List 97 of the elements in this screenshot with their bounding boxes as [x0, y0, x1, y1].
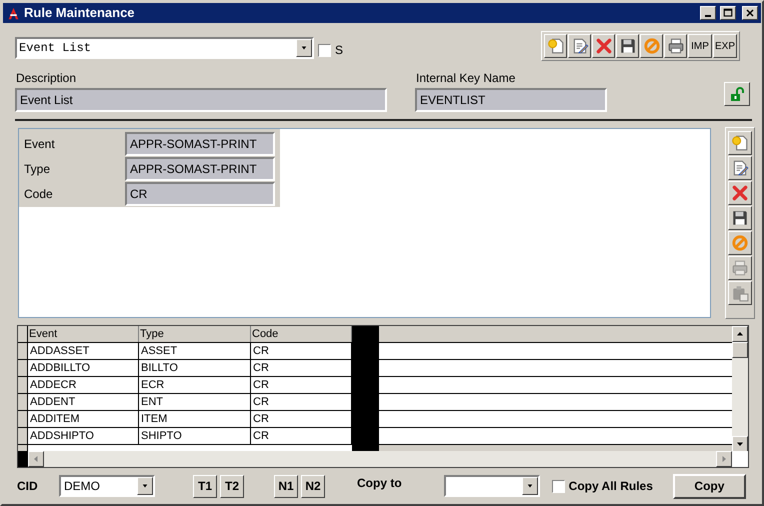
checkbox[interactable]: [318, 44, 331, 56]
toolbar-button[interactable]: [728, 156, 752, 180]
dropdown-button[interactable]: [137, 477, 153, 495]
scrollbar-corner: [732, 451, 748, 467]
toolbar-button[interactable]: T2: [220, 474, 244, 498]
toolbar-button[interactable]: [728, 231, 752, 255]
corner-block: [18, 451, 28, 467]
table-cell: CR: [251, 377, 352, 393]
toolbar-button[interactable]: [592, 34, 615, 58]
cancel-icon: [731, 234, 749, 252]
copy-button[interactable]: Copy: [672, 474, 746, 498]
checkbox-label: Copy All Rules: [568, 478, 653, 495]
toolbar-button[interactable]: N2: [301, 474, 325, 498]
column-header[interactable]: Event: [28, 326, 139, 342]
table-cell: CR: [251, 428, 352, 444]
toolbar-button[interactable]: [568, 34, 591, 58]
table-cell: ADDECR: [28, 377, 139, 393]
toolbar-button[interactable]: [544, 34, 567, 58]
maximize-button[interactable]: [720, 6, 736, 20]
toolbar-button[interactable]: EXP: [713, 34, 737, 58]
minimize-icon: [705, 15, 711, 17]
table-cell: ADDENT: [28, 394, 139, 410]
table-cell: CR: [251, 411, 352, 427]
checkbox-label: S: [335, 42, 344, 59]
new-document-icon: [546, 37, 564, 55]
close-button[interactable]: [742, 6, 758, 20]
toolbar-button[interactable]: [728, 131, 752, 155]
field-label: CID: [17, 478, 39, 495]
field-label: Type: [23, 161, 52, 177]
toolbar-button[interactable]: [728, 206, 752, 230]
rule-select[interactable]: Event List: [15, 37, 314, 59]
dropdown-button[interactable]: [522, 477, 538, 495]
table-cell: ENT: [139, 394, 251, 410]
save-icon: [731, 209, 749, 227]
field-label: Event: [23, 136, 56, 152]
up-arrow-icon: [736, 330, 744, 338]
toolbar-button[interactable]: IMP: [688, 34, 712, 58]
select-value: DEMO: [63, 478, 101, 495]
toolbar-button[interactable]: N1: [274, 474, 298, 498]
table-cell: ASSET: [139, 343, 251, 359]
caret-icon: [141, 483, 149, 489]
table-cell: ADDITEM: [28, 411, 139, 427]
toolbar-button[interactable]: [640, 34, 663, 58]
detail-field[interactable]: CR: [125, 182, 275, 206]
checkbox[interactable]: [552, 480, 565, 492]
toolbar-button[interactable]: [728, 181, 752, 205]
field-label: Description: [16, 70, 78, 85]
table-cell: ADDSHIPTO: [28, 428, 139, 444]
detail-field[interactable]: APPR-SOMAST-PRINT: [125, 132, 275, 156]
app-logo-icon: [7, 6, 20, 20]
left-arrow-icon: [32, 455, 40, 463]
vertical-scrollbar[interactable]: [732, 326, 748, 452]
window-title: Rule Maintenance: [24, 4, 136, 22]
table-cell: ECR: [139, 377, 251, 393]
lock-button[interactable]: [724, 82, 750, 106]
printer-icon: [731, 259, 749, 277]
cid-select[interactable]: DEMO: [59, 475, 155, 497]
field-label: Copy to: [357, 475, 402, 492]
column-header[interactable]: Code: [251, 326, 352, 342]
caret-icon: [300, 45, 308, 51]
table-cell: ADDBILLTO: [28, 360, 139, 376]
clipboard-icon: [731, 284, 749, 302]
table-cell: ITEM: [139, 411, 251, 427]
horizontal-scrollbar[interactable]: [18, 451, 732, 467]
toolbar-button[interactable]: T1: [193, 474, 217, 498]
table-cell: BILLTO: [139, 360, 251, 376]
detail-field[interactable]: APPR-SOMAST-PRINT: [125, 157, 275, 181]
toolbar-button[interactable]: [616, 34, 639, 58]
save-icon: [618, 37, 636, 55]
right-arrow-icon: [720, 455, 728, 463]
cancel-icon: [642, 37, 660, 55]
table-cell: CR: [251, 394, 352, 410]
table-cell: SHIPTO: [139, 428, 251, 444]
table-cell: CR: [251, 343, 352, 359]
dropdown-button[interactable]: [296, 39, 312, 57]
table-cell: ADDASSET: [28, 343, 139, 359]
delete-icon: [594, 37, 612, 55]
open-padlock-icon: [729, 86, 745, 102]
select-value: Event List: [18, 40, 92, 57]
edit-document-icon: [731, 159, 749, 177]
maximize-icon: [722, 7, 734, 19]
scrollbar-thumb[interactable]: [732, 342, 748, 358]
field-label: Code: [23, 186, 54, 202]
toolbar-button[interactable]: [664, 34, 687, 58]
copy-to-select[interactable]: [444, 475, 540, 497]
table-cell: CR: [251, 360, 352, 376]
column-header[interactable]: Type: [139, 326, 251, 342]
field-label: Internal Key Name: [416, 70, 516, 85]
close-icon: [744, 7, 756, 19]
caret-icon: [526, 483, 534, 489]
minimize-button[interactable]: [700, 6, 716, 20]
description-field[interactable]: Event List: [15, 88, 387, 112]
delete-icon: [731, 184, 749, 202]
new-document-icon: [731, 134, 749, 152]
down-arrow-icon: [736, 440, 744, 448]
printer-icon: [666, 37, 684, 55]
internal-key-field[interactable]: EVENTLIST: [415, 88, 607, 112]
